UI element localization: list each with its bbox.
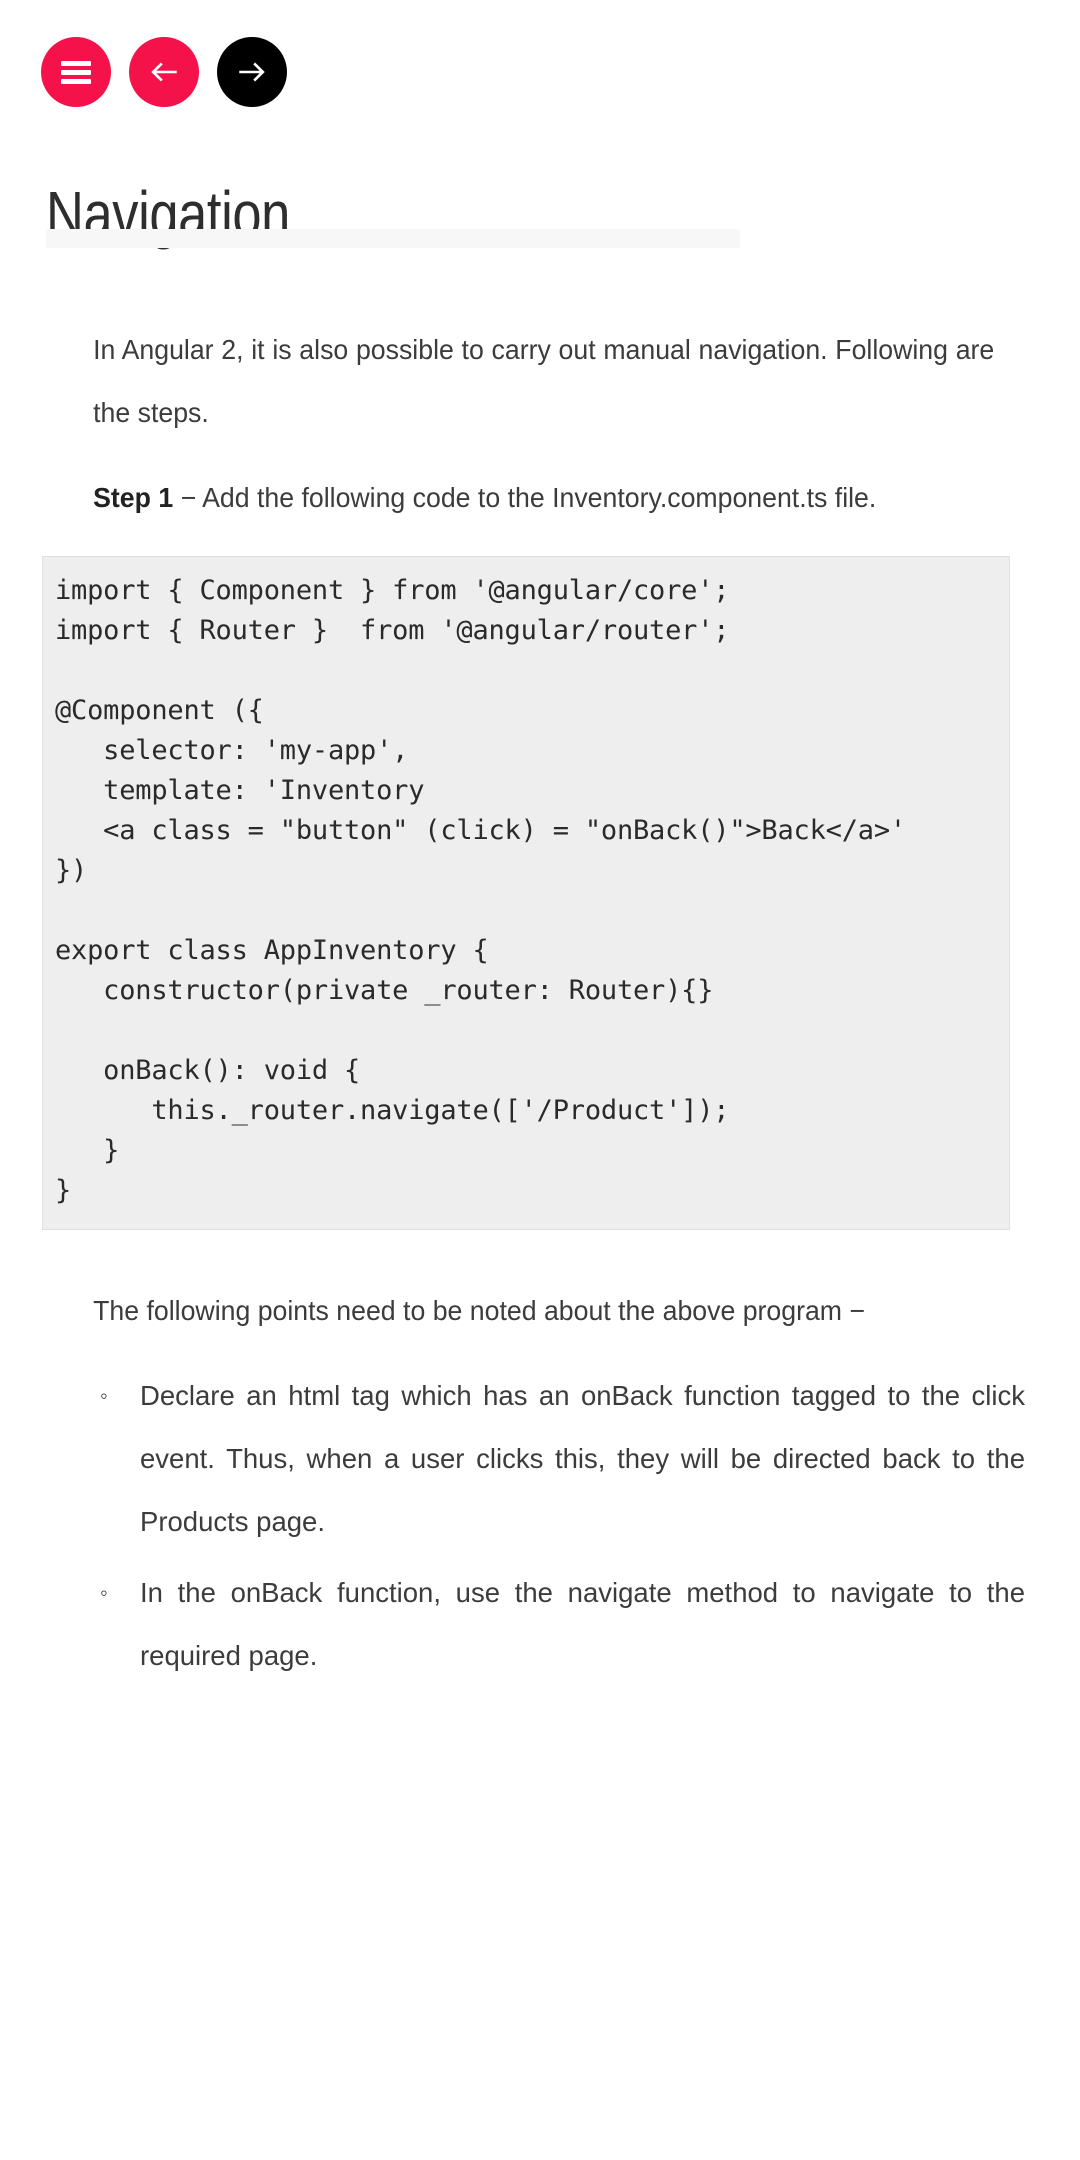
- bullet-icon: ◦: [100, 1580, 108, 1605]
- notes-list: ◦ Declare an html tag which has an onBac…: [0, 1364, 1080, 1687]
- next-page-button[interactable]: [217, 37, 287, 107]
- code-block[interactable]: import { Component } from '@angular/core…: [42, 556, 1010, 1230]
- note-intro-paragraph: The following points need to be noted ab…: [93, 1295, 866, 1326]
- list-item-text: Declare an html tag which has an onBack …: [140, 1380, 1025, 1537]
- breadcrumb-placeholder-strip: [46, 229, 740, 248]
- list-item: ◦ Declare an html tag which has an onBac…: [96, 1364, 1025, 1553]
- arrow-right-icon: [235, 55, 269, 89]
- menu-button[interactable]: [41, 37, 111, 107]
- code-block-wrapper: import { Component } from '@angular/core…: [0, 529, 1080, 1257]
- previous-page-button[interactable]: [129, 37, 199, 107]
- arrow-left-icon: [147, 55, 181, 89]
- step-label: Step 1: [93, 482, 174, 513]
- article-content: In Angular 2, it is also possible to car…: [0, 318, 1080, 1695]
- bullet-icon: ◦: [100, 1383, 108, 1408]
- list-item: ◦ In the onBack function, use the naviga…: [96, 1561, 1025, 1687]
- step-text: − Add the following code to the Inventor…: [173, 482, 877, 513]
- list-item-text: In the onBack function, use the navigate…: [140, 1577, 1025, 1671]
- bottom-fade-overlay: [0, 1990, 1080, 2160]
- top-toolbar: [41, 37, 287, 107]
- intro-paragraph: In Angular 2, it is also possible to car…: [93, 334, 995, 428]
- hamburger-icon: [61, 60, 91, 84]
- step-paragraph: Step 1 − Add the following code to the I…: [0, 466, 1048, 529]
